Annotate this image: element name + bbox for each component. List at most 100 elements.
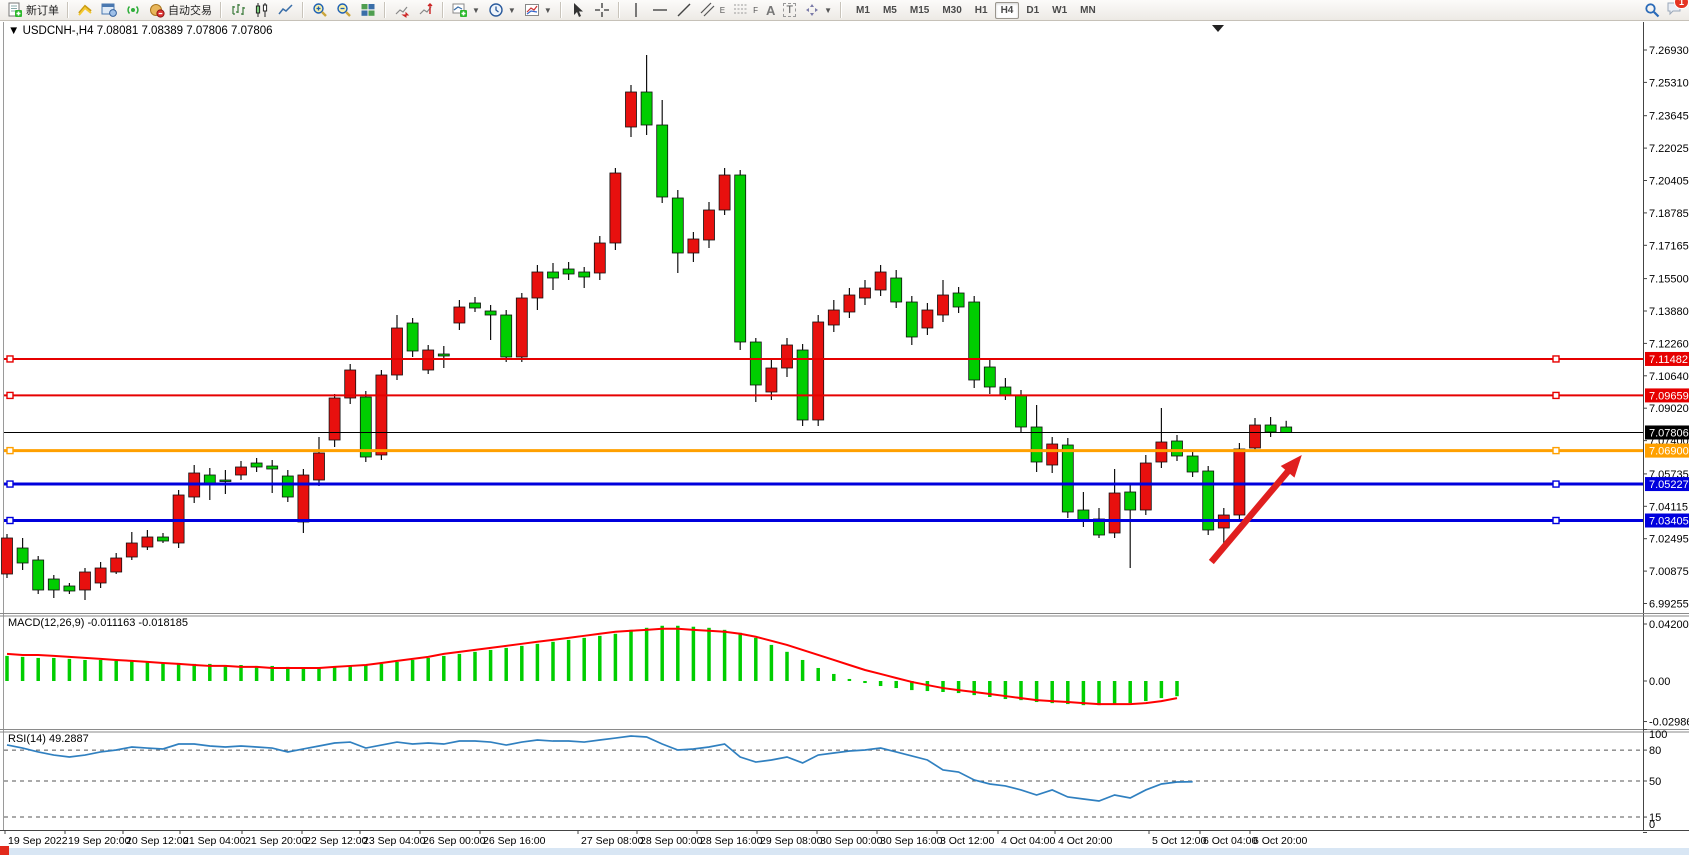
price-line-anchor[interactable]: [1553, 448, 1559, 454]
tile-windows-button[interactable]: [356, 0, 380, 21]
chart-window-button[interactable]: [97, 0, 121, 21]
candlestick-button[interactable]: [250, 0, 274, 21]
chart-shift-button[interactable]: [414, 0, 438, 21]
candle: [657, 125, 668, 197]
candle: [688, 239, 699, 253]
candle: [376, 375, 387, 455]
trendline-icon: [676, 2, 692, 18]
time-tick-label: 27 Sep 08:00: [581, 835, 644, 847]
equidistant-channel-button[interactable]: E: [696, 0, 729, 21]
zoom-in-button[interactable]: [308, 0, 332, 21]
candle: [750, 342, 761, 385]
candle: [438, 354, 449, 356]
fibonacci-sub-label: F: [753, 6, 758, 15]
search-icon[interactable]: [1644, 2, 1660, 18]
auto-scroll-button[interactable]: [390, 0, 414, 21]
price-axis-flag-label: 7.11482: [1649, 354, 1688, 366]
candle: [704, 210, 715, 240]
price-line-anchor[interactable]: [1553, 356, 1559, 362]
macd-tick-label: 0.00: [1649, 676, 1670, 688]
candle: [1125, 492, 1136, 510]
horizontal-line-button[interactable]: [648, 0, 672, 21]
candle: [719, 175, 730, 210]
time-tick-label: 22 Sep 12:00: [305, 835, 368, 847]
candle: [579, 272, 590, 277]
trendline-button[interactable]: [672, 0, 696, 21]
price-tick-label: 7.04115: [1649, 501, 1688, 513]
mt4-window: 新订单: [0, 0, 1689, 855]
price-line-anchor[interactable]: [1553, 518, 1559, 524]
arrows-tool-button[interactable]: ▼: [800, 0, 836, 21]
candle: [906, 302, 917, 337]
candle: [672, 198, 683, 253]
vertical-line-button[interactable]: [624, 0, 648, 21]
fibonacci-button[interactable]: F: [729, 0, 762, 21]
candle: [610, 173, 621, 243]
new-order-label: 新订单: [26, 2, 59, 18]
signals-button[interactable]: [121, 0, 145, 21]
channel-icon: [700, 2, 716, 18]
zoom-in-icon: [312, 2, 328, 18]
toolbar: 新订单: [0, 0, 1689, 21]
bar-chart-button[interactable]: [226, 0, 250, 21]
price-tick-label: 6.99255: [1649, 599, 1689, 611]
vertical-line-icon: [628, 2, 644, 18]
zoom-out-button[interactable]: [332, 0, 356, 21]
price-line-anchor[interactable]: [1553, 392, 1559, 398]
candle: [532, 272, 543, 298]
timeframe-H1[interactable]: H1: [969, 2, 994, 19]
crosshair-button[interactable]: [590, 0, 614, 21]
chevron-down-icon: ▼: [824, 6, 832, 15]
horizontal-line-icon: [652, 2, 668, 18]
text-label-button[interactable]: T: [779, 0, 800, 21]
line-chart-button[interactable]: [274, 0, 298, 21]
timeframe-H4[interactable]: H4: [995, 2, 1020, 19]
price-line-anchor[interactable]: [7, 518, 13, 524]
chart-title: ▼ USDCNH-,H4 7.08081 7.08389 7.07806 7.0…: [8, 25, 273, 37]
notifications-button[interactable]: 1: [1666, 0, 1682, 21]
price-line-anchor[interactable]: [7, 481, 13, 487]
candle: [813, 322, 824, 420]
price-line-anchor[interactable]: [1553, 481, 1559, 487]
text-button[interactable]: A: [762, 0, 779, 21]
candle: [641, 92, 652, 125]
periods-button[interactable]: ▼: [484, 0, 520, 21]
auto-trading-icon: [149, 2, 165, 18]
time-tick-label: 30 Sep 16:00: [880, 835, 943, 847]
price-tick-label: 7.20405: [1649, 176, 1689, 188]
timeframe-M15[interactable]: M15: [904, 2, 935, 19]
zoom-out-icon: [336, 2, 352, 18]
time-tick-label: 4 Oct 04:00: [1001, 835, 1055, 847]
price-tick-label: 7.12260: [1649, 338, 1689, 350]
auto-trading-button[interactable]: 自动交易: [145, 0, 216, 21]
rsi-label: RSI(14) 49.2887: [8, 733, 89, 745]
price-tick-label: 7.02495: [1649, 534, 1689, 546]
market-watch-button[interactable]: [73, 0, 97, 21]
timeframe-M5[interactable]: M5: [877, 2, 903, 19]
templates-button[interactable]: ▼: [520, 0, 556, 21]
price-line-anchor[interactable]: [7, 392, 13, 398]
chart-canvas[interactable]: 7.269307.253107.236457.220257.204057.187…: [0, 0, 1689, 855]
indicators-button[interactable]: ▼: [448, 0, 484, 21]
separator: [618, 2, 620, 18]
timeframe-M30[interactable]: M30: [936, 2, 967, 19]
signals-icon: [125, 2, 141, 18]
candle: [158, 537, 169, 541]
candle: [33, 560, 44, 590]
candle: [48, 579, 59, 590]
price-tick-label: 7.15500: [1649, 274, 1689, 286]
timeframe-M1[interactable]: M1: [850, 2, 876, 19]
timeframe-MN[interactable]: MN: [1074, 2, 1102, 19]
timeframe-W1[interactable]: W1: [1046, 2, 1073, 19]
price-line-anchor[interactable]: [7, 448, 13, 454]
timeframe-D1[interactable]: D1: [1020, 2, 1045, 19]
new-order-button[interactable]: 新订单: [3, 0, 63, 21]
candle: [626, 92, 637, 127]
time-tick-label: 26 Sep 16:00: [483, 835, 546, 847]
timeframe-group: M1M5M15M30H1H4D1W1MN: [850, 2, 1102, 19]
cursor-button[interactable]: [566, 0, 590, 21]
time-tick-label: 30 Sep 00:00: [820, 835, 883, 847]
time-tick-label: 20 Sep 12:00: [126, 835, 189, 847]
candle: [95, 568, 106, 583]
price-line-anchor[interactable]: [7, 356, 13, 362]
